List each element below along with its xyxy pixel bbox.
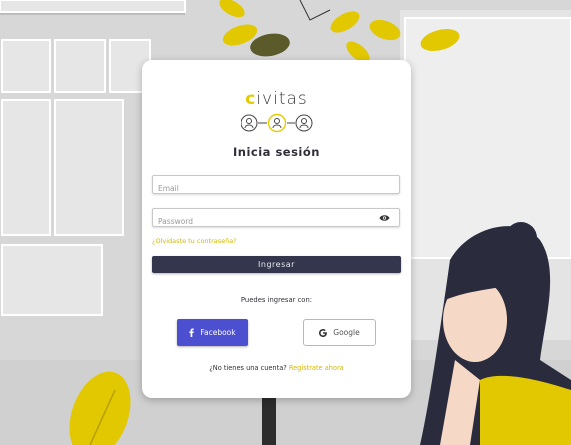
- logo-first-letter: c: [245, 89, 257, 109]
- email-field-wrapper: [152, 175, 400, 197]
- forgot-password-link[interactable]: ¿Olvidaste tu contraseña?: [152, 237, 237, 245]
- password-field-wrapper: [152, 208, 400, 230]
- user-icon: [241, 114, 258, 132]
- google-login-button[interactable]: Google: [303, 319, 376, 346]
- user-icon: [295, 114, 313, 132]
- user-icon: [267, 113, 287, 133]
- facebook-icon: [189, 328, 195, 337]
- civitas-logo: civitas: [142, 89, 411, 109]
- signup-question: ¿No tienes una cuenta?: [209, 364, 287, 372]
- login-button[interactable]: Ingresar: [152, 256, 401, 273]
- facebook-label: Facebook: [200, 328, 236, 337]
- password-input[interactable]: [153, 213, 368, 230]
- eye-icon[interactable]: [379, 214, 390, 222]
- google-label: Google: [333, 328, 360, 337]
- signup-link[interactable]: Regístrate ahora: [289, 364, 344, 372]
- login-card: civitas Inicia sesión ¿Olvidaste tu: [142, 60, 411, 398]
- facebook-login-button[interactable]: Facebook: [177, 319, 248, 346]
- email-input[interactable]: [153, 180, 368, 197]
- social-login-prompt: Puedes ingresar con:: [240, 296, 313, 304]
- signup-prompt: ¿No tienes una cuenta? Regístrate ahora: [142, 364, 411, 372]
- google-icon: [319, 328, 328, 337]
- logo-user-icons: [241, 113, 313, 133]
- logo-wordmark: ivitas: [256, 89, 308, 109]
- page-title: Inicia sesión: [233, 145, 320, 159]
